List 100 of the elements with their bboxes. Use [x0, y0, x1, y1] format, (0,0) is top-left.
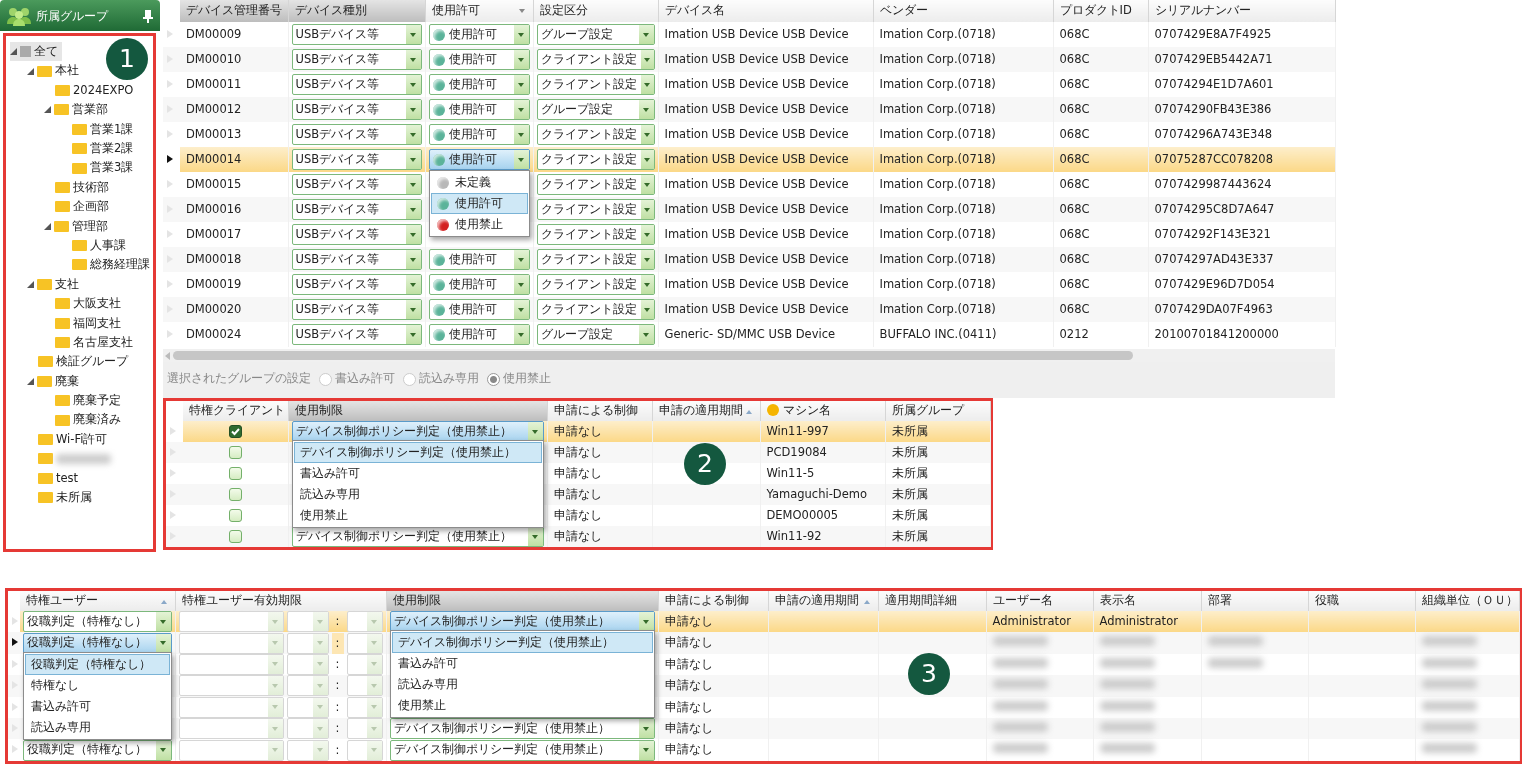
hour-field[interactable]: [286, 696, 329, 718]
dropdown-field[interactable]: 使用許可: [428, 299, 530, 320]
sort-icon[interactable]: [518, 9, 525, 13]
dropdown-field[interactable]: デバイス制御ポリシー判定（使用禁止）: [291, 526, 544, 547]
dropdown-field[interactable]: クライアント設定: [536, 249, 655, 270]
dropdown-field[interactable]: 使用許可: [428, 124, 530, 145]
dropdown-field[interactable]: USBデバイス等: [291, 124, 422, 145]
column-header[interactable]: 部署: [1201, 591, 1308, 611]
dropdown-field[interactable]: USBデバイス等: [291, 174, 422, 195]
hour-field[interactable]: [286, 739, 329, 761]
dropdown-field[interactable]: USBデバイス等: [291, 274, 422, 295]
column-header[interactable]: 適用期間詳細: [878, 591, 986, 611]
dropdown-option[interactable]: 特権なし: [25, 674, 170, 696]
dropdown-field[interactable]: USBデバイス等: [291, 149, 422, 170]
dropdown-field[interactable]: USBデバイス等: [291, 24, 422, 45]
dropdown-option[interactable]: 書込み許可: [293, 463, 542, 484]
dropdown-field[interactable]: クライアント設定: [536, 124, 655, 145]
dropdown-field[interactable]: クライアント設定: [536, 49, 655, 70]
dropdown-option[interactable]: 使用禁止: [391, 695, 653, 717]
tree-item[interactable]: 営業2課: [61, 138, 153, 159]
tree-item[interactable]: 廃棄済み: [44, 410, 153, 430]
date-field[interactable]: [178, 675, 284, 697]
column-header[interactable]: 特権ユーザー有効期限: [175, 591, 386, 611]
column-header[interactable]: プロダクトID: [1053, 0, 1148, 22]
horizontal-scrollbar[interactable]: [163, 349, 1335, 362]
tree-item[interactable]: 未所属: [27, 488, 153, 508]
sort-icon[interactable]: [745, 410, 752, 414]
tree-item[interactable]: 企画部: [44, 197, 153, 217]
dropdown-option[interactable]: 使用許可: [430, 193, 528, 214]
column-header[interactable]: 申請の適用期間: [768, 591, 878, 611]
dropdown-field[interactable]: グループ設定: [536, 99, 655, 120]
minute-field[interactable]: [346, 653, 383, 675]
dropdown-field[interactable]: 使用許可: [428, 274, 530, 295]
minute-field[interactable]: [346, 739, 383, 761]
column-header[interactable]: 使用制限: [288, 401, 547, 421]
column-header[interactable]: 申請による制御: [547, 401, 652, 421]
tree-item[interactable]: Wi-Fi許可: [27, 429, 153, 450]
dropdown-field[interactable]: 使用許可: [428, 149, 530, 170]
dropdown-field[interactable]: 使用許可: [428, 24, 530, 45]
dropdown-field[interactable]: デバイス制御ポリシー判定（使用禁止）: [389, 611, 655, 633]
pin-icon[interactable]: [142, 8, 154, 23]
dropdown-field[interactable]: クライアント設定: [536, 274, 655, 295]
dropdown-option[interactable]: 書込み許可: [391, 653, 653, 675]
column-header[interactable]: ベンダー: [873, 0, 1053, 22]
dropdown-option[interactable]: 未定義: [430, 172, 528, 193]
column-header[interactable]: デバイス種別: [288, 0, 425, 22]
minute-field[interactable]: [346, 718, 383, 740]
hour-field[interactable]: [286, 611, 329, 633]
column-header[interactable]: シリアルナンバー: [1148, 0, 1335, 22]
tree-item[interactable]: 総務経理課: [61, 255, 153, 275]
checkbox[interactable]: [228, 488, 242, 501]
dropdown-field[interactable]: デバイス制御ポリシー判定（使用禁止）: [291, 421, 544, 442]
column-header[interactable]: 特権クライアント: [183, 401, 288, 421]
dropdown-field[interactable]: 役職判定（特権なし）: [23, 611, 172, 633]
checkbox[interactable]: [228, 425, 242, 438]
minute-field[interactable]: [346, 696, 383, 718]
column-header[interactable]: 使用制限: [386, 591, 658, 611]
tree-item[interactable]: 福岡支社: [44, 313, 153, 333]
dropdown-field[interactable]: 役職判定（特権なし）: [23, 739, 172, 761]
checkbox[interactable]: [228, 509, 242, 522]
sort-icon[interactable]: [863, 600, 870, 604]
dropdown-field[interactable]: USBデバイス等: [291, 324, 422, 345]
dropdown-option[interactable]: デバイス制御ポリシー判定（使用禁止）: [391, 632, 653, 654]
dropdown-field[interactable]: 使用許可: [428, 49, 530, 70]
tree-item[interactable]: 管理部: [44, 216, 153, 236]
tree-item[interactable]: 検証グループ: [27, 352, 153, 372]
tree-item[interactable]: test: [27, 468, 153, 488]
column-header[interactable]: ユーザー名: [986, 591, 1093, 611]
date-field[interactable]: [178, 653, 284, 675]
checkbox[interactable]: [228, 530, 242, 543]
hour-field[interactable]: [286, 653, 329, 675]
dropdown-field[interactable]: 使用許可: [428, 324, 530, 345]
dropdown-field[interactable]: 使用許可: [428, 99, 530, 120]
dropdown-field[interactable]: グループ設定: [536, 324, 655, 345]
tree-item[interactable]: 大阪支社: [44, 294, 153, 314]
date-field[interactable]: [178, 739, 284, 761]
tree-item[interactable]: 営業3課: [61, 158, 153, 178]
dropdown-option[interactable]: 使用禁止: [293, 505, 542, 526]
column-header[interactable]: 所属グループ: [885, 401, 990, 421]
dropdown-field[interactable]: USBデバイス等: [291, 49, 422, 70]
tree-item[interactable]: 支社: [27, 274, 153, 295]
dropdown-option[interactable]: 使用禁止: [430, 214, 528, 235]
dropdown-field[interactable]: クライアント設定: [536, 74, 655, 95]
column-header[interactable]: 組織単位（ＯＵ）: [1415, 591, 1519, 611]
column-header[interactable]: 表示名: [1093, 591, 1201, 611]
tree-item[interactable]: 技術部: [44, 177, 153, 198]
tree-item[interactable]: 廃棄: [27, 371, 153, 392]
checkbox[interactable]: [228, 446, 242, 459]
dropdown-option[interactable]: 役職判定（特権なし）: [25, 653, 170, 675]
dropdown-option[interactable]: デバイス制御ポリシー判定（使用禁止）: [293, 442, 542, 463]
dropdown-field[interactable]: デバイス制御ポリシー判定（使用禁止）: [389, 718, 655, 740]
dropdown-field[interactable]: USBデバイス等: [291, 249, 422, 270]
date-field[interactable]: [178, 632, 284, 654]
column-header[interactable]: 使用許可: [425, 0, 533, 22]
tree-item[interactable]: 営業1課: [61, 119, 153, 139]
dropdown-option[interactable]: 読込み専用: [391, 674, 653, 696]
dropdown-field[interactable]: クライアント設定: [536, 299, 655, 320]
dropdown-field[interactable]: クライアント設定: [536, 224, 655, 245]
dropdown-field[interactable]: グループ設定: [536, 24, 655, 45]
dropdown-field[interactable]: 使用許可: [428, 74, 530, 95]
